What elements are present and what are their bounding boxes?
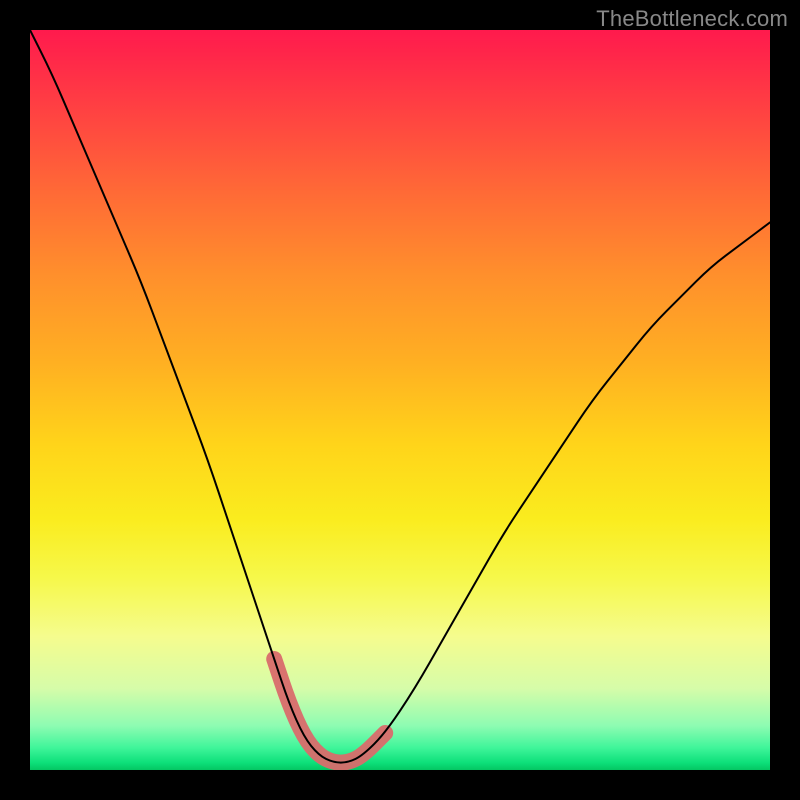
- valley-highlight-path: [274, 659, 385, 763]
- chart-frame: TheBottleneck.com: [0, 0, 800, 800]
- plot-area: [30, 30, 770, 770]
- watermark-text: TheBottleneck.com: [596, 6, 788, 32]
- curve-svg: [30, 30, 770, 770]
- bottleneck-curve-path: [30, 30, 770, 763]
